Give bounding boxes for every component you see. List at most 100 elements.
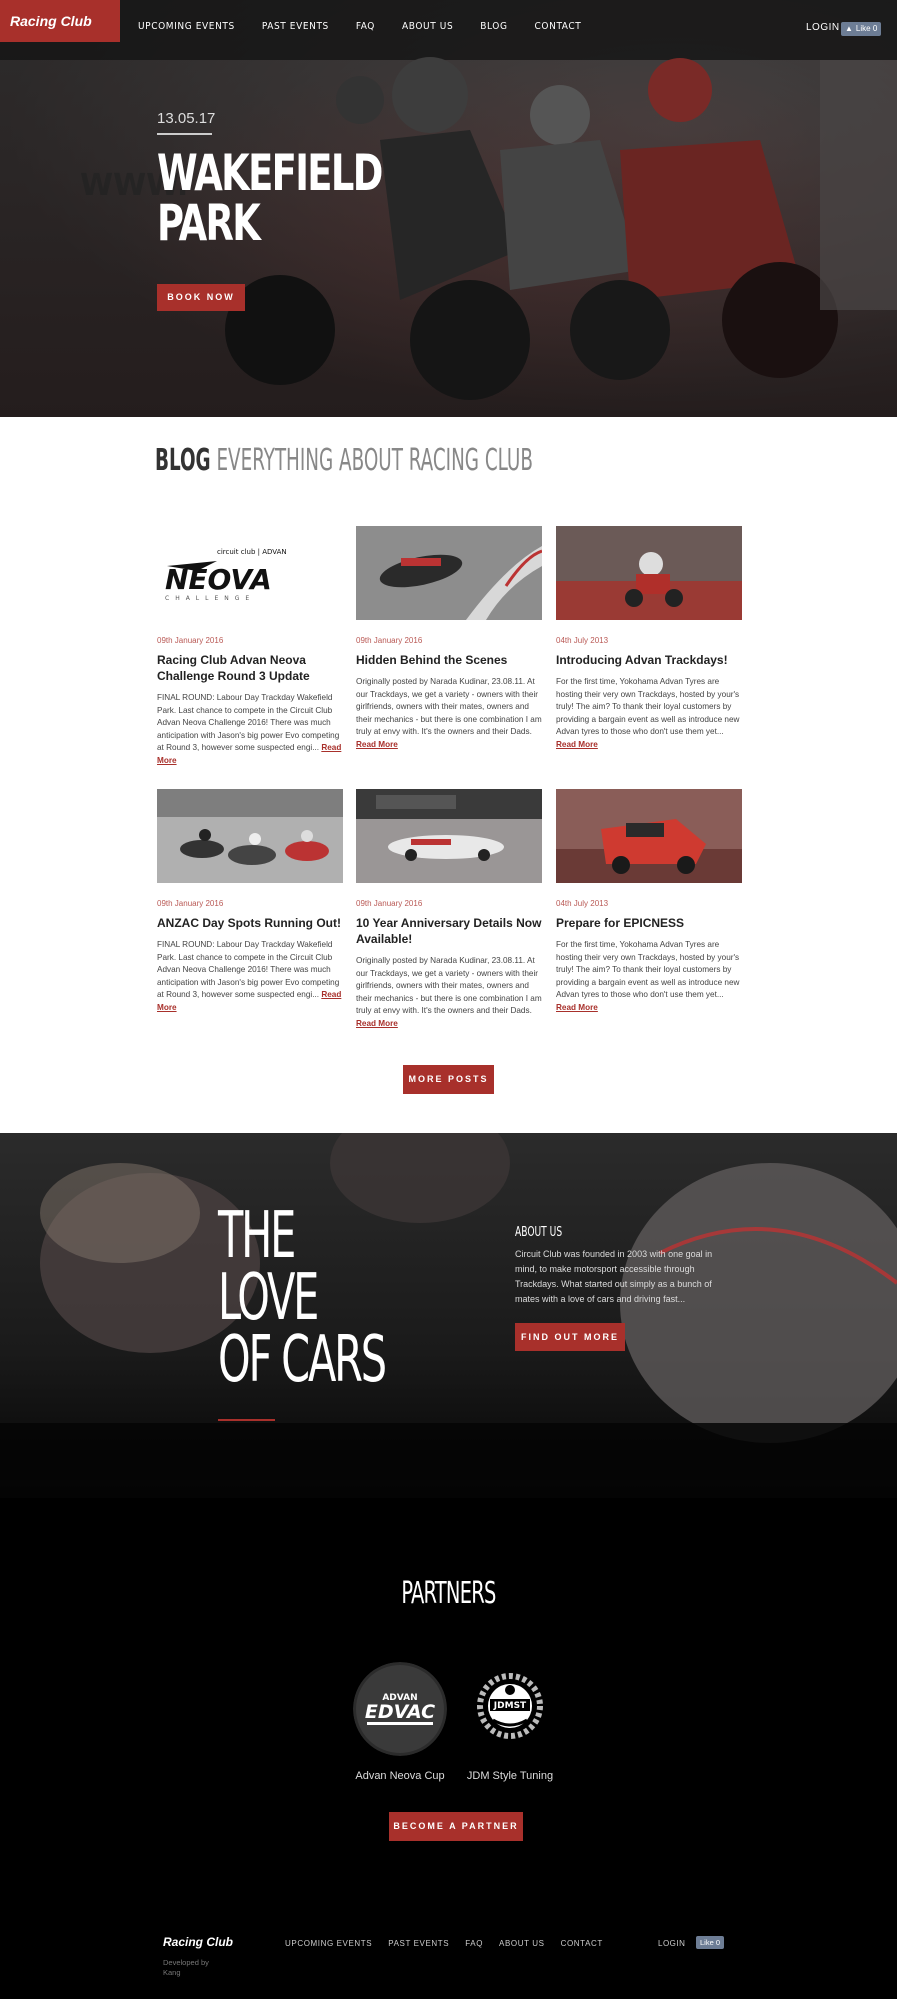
post-title[interactable]: 10 Year Anniversary Details Now Availabl… — [356, 915, 542, 947]
hero-section: WWW. 13.05.17 WAKEFIELD PARK BOOK NOW — [0, 0, 897, 417]
love-of-cars-title: THE LOVE OF CARS — [218, 1199, 434, 1397]
read-more-link[interactable]: Read More — [356, 1019, 398, 1028]
footer-contact[interactable]: CONTACT — [561, 1939, 603, 1948]
post-title[interactable]: Introducing Advan Trackdays! — [556, 652, 742, 668]
nav-past-events[interactable]: PAST EVENTS — [262, 21, 329, 32]
love-title-underline — [218, 1419, 275, 1421]
more-posts-button[interactable]: MORE POSTS — [403, 1065, 494, 1094]
partners-title-text: PARTNERS — [401, 1576, 496, 1611]
login-link[interactable]: LOGIN — [806, 22, 840, 33]
become-a-partner-button[interactable]: BECOME A PARTNER — [389, 1812, 523, 1841]
partners-title: PARTNERS — [0, 1576, 897, 1611]
post-excerpt-text: FINAL ROUND: Labour Day Trackday Wakefie… — [157, 940, 340, 999]
post-image-rally-car[interactable] — [556, 789, 742, 883]
love-title-line2: LOVE — [218, 1261, 319, 1335]
footer-facebook-like-button[interactable]: Like 0 — [696, 1936, 725, 1949]
nav-links: UPCOMING EVENTS PAST EVENTS FAQ ABOUT US… — [138, 21, 581, 32]
post-title[interactable]: ANZAC Day Spots Running Out! — [157, 915, 343, 931]
post-date: 09th January 2016 — [356, 899, 423, 908]
post-title[interactable]: Racing Club Advan Neova Challenge Round … — [157, 652, 343, 684]
nav-about-us[interactable]: ABOUT US — [402, 21, 453, 32]
event-title-line2: PARK — [157, 194, 261, 252]
footer-login-link[interactable]: LOGIN — [658, 1939, 685, 1948]
post-excerpt: FINAL ROUND: Labour Day Trackday Wakefie… — [157, 692, 343, 767]
site-logo[interactable]: Racing Club — [0, 0, 120, 42]
blog-heading-light: EVERYTHING ABOUT RACING CLUB — [216, 443, 533, 478]
read-more-link[interactable]: Read More — [356, 740, 398, 749]
post-date: 09th January 2016 — [157, 636, 224, 645]
event-title-line1: WAKEFIELD — [157, 144, 383, 202]
nav-contact[interactable]: CONTACT — [535, 21, 582, 32]
blog-post-card[interactable]: 09th January 2016 Hidden Behind the Scen… — [356, 526, 542, 751]
footer-links: UPCOMING EVENTS PAST EVENTS FAQ ABOUT US… — [285, 1939, 603, 1948]
developer-credit: Developed by Kang — [163, 1958, 209, 1977]
partner-jdm-style-tuning[interactable]: JDMST JDM Style Tuning — [450, 1662, 570, 1782]
blog-post-card[interactable]: 09th January 2016 ANZAC Day Spots Runnin… — [157, 789, 343, 1014]
like-label: Like 0 — [855, 24, 878, 33]
find-out-more-button[interactable]: FIND OUT MORE — [515, 1323, 625, 1351]
partner-advan-neova[interactable]: ADVAN EDVAC Advan Neova Cup — [340, 1662, 460, 1782]
nav-blog[interactable]: BLOG — [480, 21, 507, 32]
blog-heading: BLOG EVERYTHING ABOUT RACING CLUB — [155, 443, 533, 478]
blog-post-card[interactable]: 04th July 2013 Introducing Advan Trackda… — [556, 526, 742, 751]
post-excerpt: Originally posted by Narada Kudinar, 23.… — [356, 676, 542, 751]
post-title[interactable]: Hidden Behind the Scenes — [356, 652, 542, 668]
event-title: WAKEFIELD PARK — [157, 148, 403, 248]
driver-helmet-image — [0, 1133, 897, 1498]
post-date: 09th January 2016 — [157, 899, 224, 908]
facebook-like-button[interactable]: ▲ Like 0 — [841, 22, 882, 36]
post-image-advan-neova[interactable]: circuit club | ADVAN NEOVA CHALLENGE — [157, 526, 343, 620]
thumbs-up-icon: ▲ — [845, 24, 853, 33]
post-date: 04th July 2013 — [556, 899, 609, 908]
footer-past-events[interactable]: PAST EVENTS — [388, 1939, 449, 1948]
jdm-style-tuning-logo[interactable]: JDMST — [463, 1662, 557, 1756]
book-now-button[interactable]: BOOK NOW — [157, 284, 245, 311]
post-excerpt-text: For the first time, Yokohama Advan Tyres… — [556, 677, 740, 736]
jdmst-logo-text: JDMST — [493, 1701, 527, 1711]
post-date: 09th January 2016 — [356, 636, 423, 645]
blog-post-card[interactable]: 09th January 2016 10 Year Anniversary De… — [356, 789, 542, 1030]
advan-neova-logo[interactable]: ADVAN EDVAC — [353, 1662, 447, 1756]
post-excerpt-text: Originally posted by Narada Kudinar, 23.… — [356, 677, 542, 736]
post-excerpt: FINAL ROUND: Labour Day Trackday Wakefie… — [157, 939, 343, 1014]
post-image-prototype-car[interactable] — [356, 789, 542, 883]
partner-name: Advan Neova Cup — [355, 1770, 445, 1782]
footer-about-us[interactable]: ABOUT US — [499, 1939, 545, 1948]
blog-post-card[interactable]: circuit club | ADVAN NEOVA CHALLENGE 09t… — [157, 526, 343, 767]
love-title-line3: OF CARS — [218, 1323, 387, 1397]
event-date: 13.05.17 — [157, 110, 216, 127]
about-us-heading: ABOUT US — [515, 1225, 563, 1240]
footer-logo[interactable]: Racing Club — [163, 1935, 233, 1949]
partner-name: JDM Style Tuning — [466, 1770, 554, 1782]
read-more-link[interactable]: Read More — [556, 740, 598, 749]
love-title-line1: THE — [218, 1199, 296, 1273]
top-navbar: Racing Club UPCOMING EVENTS PAST EVENTS … — [0, 0, 897, 42]
svg-text:CHALLENGE: CHALLENGE — [165, 595, 255, 602]
footer-faq[interactable]: FAQ — [465, 1939, 483, 1948]
post-date: 04th July 2013 — [556, 636, 609, 645]
post-excerpt: Originally posted by Narada Kudinar, 23.… — [356, 955, 542, 1030]
post-image-race-car[interactable] — [356, 526, 542, 620]
blog-post-card[interactable]: 04th July 2013 Prepare for EPICNESS For … — [556, 789, 742, 1014]
post-excerpt-text: FINAL ROUND: Labour Day Trackday Wakefie… — [157, 693, 340, 752]
blog-heading-bold: BLOG — [155, 443, 211, 478]
post-title[interactable]: Prepare for EPICNESS — [556, 915, 742, 931]
hero-atv-racers-image: WWW. — [0, 0, 897, 417]
footer-upcoming-events[interactable]: UPCOMING EVENTS — [285, 1939, 372, 1948]
post-excerpt-text: Originally posted by Narada Kudinar, 23.… — [356, 956, 542, 1015]
post-image-motorbikes[interactable] — [157, 789, 343, 883]
partners-section: PARTNERS ADVAN EDVAC Advan Neova Cup JDM… — [0, 1498, 897, 1999]
post-excerpt: For the first time, Yokohama Advan Tyres… — [556, 939, 742, 1014]
blog-section: BLOG EVERYTHING ABOUT RACING CLUB circui… — [0, 417, 897, 1133]
post-excerpt-text: For the first time, Yokohama Advan Tyres… — [556, 940, 740, 999]
advan-logo-text: EDVAC — [365, 1701, 435, 1723]
svg-text:circuit club | ADVAN: circuit club | ADVAN — [217, 548, 287, 556]
nav-upcoming-events[interactable]: UPCOMING EVENTS — [138, 21, 235, 32]
about-banner-section: THE LOVE OF CARS ABOUT US Circuit Club w… — [0, 1133, 897, 1498]
date-underline — [157, 133, 212, 135]
post-excerpt: For the first time, Yokohama Advan Tyres… — [556, 676, 742, 751]
read-more-link[interactable]: Read More — [556, 1003, 598, 1012]
about-us-text: Circuit Club was founded in 2003 with on… — [515, 1249, 713, 1304]
post-image-atv[interactable] — [556, 526, 742, 620]
nav-faq[interactable]: FAQ — [356, 21, 375, 32]
